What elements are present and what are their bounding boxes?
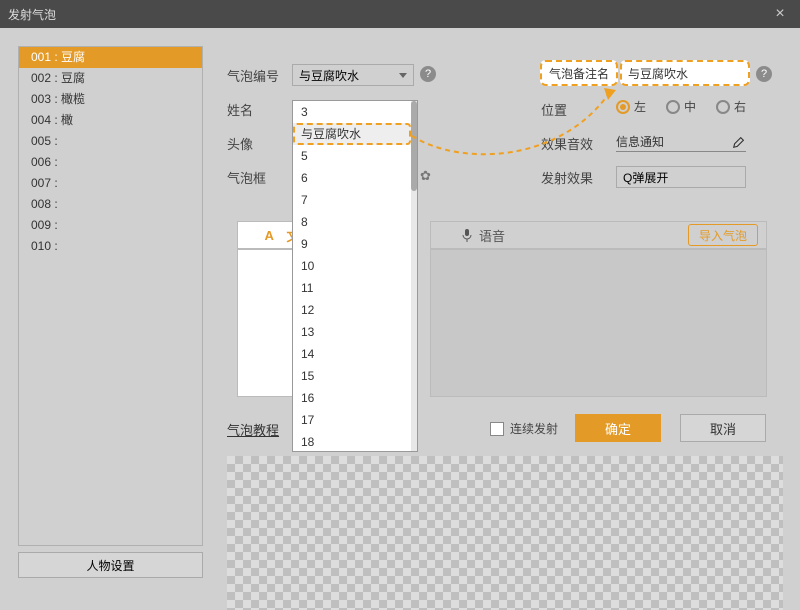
dropdown-item[interactable]: 14 [293,343,413,365]
list-item[interactable]: 009 : [19,215,202,236]
gear-icon[interactable]: ✿ [420,168,431,184]
dropdown-item[interactable]: 8 [293,211,413,233]
window-title: 发射气泡 [8,6,56,23]
label-bubble-id: 气泡编号 [227,66,279,85]
preview-area [227,456,783,610]
list-item[interactable]: 007 : [19,173,202,194]
dropdown-item[interactable]: 10 [293,255,413,277]
tutorial-link[interactable]: 气泡教程 [227,420,279,439]
character-settings-button[interactable]: 人物设置 [18,552,203,578]
label-position: 位置 [541,100,567,119]
dropdown-item[interactable]: 7 [293,189,413,211]
checkbox-icon [490,422,504,436]
list-item[interactable]: 001 : 豆腐 [19,47,202,68]
dropdown-item[interactable]: 3 [293,101,413,123]
bubble-list: 001 : 豆腐 002 : 豆腐 003 : 橄榄 004 : 橄 005 :… [18,46,203,546]
bubble-id-value: 与豆腐吹水 [299,67,359,84]
alias-input[interactable]: 与豆腐吹水 [628,65,688,82]
dropdown-item[interactable]: 15 [293,365,413,387]
dropdown-item[interactable]: 12 [293,299,413,321]
position-radio-center[interactable]: 中 [666,98,696,115]
dropdown-item[interactable]: 17 [293,409,413,431]
dropdown-item[interactable]: 13 [293,321,413,343]
label-emit-effect: 发射效果 [541,168,593,187]
alias-label-highlight: 气泡备注名 [540,60,618,86]
list-item[interactable]: 010 : [19,236,202,257]
connector-arrow [400,86,620,176]
label-bubble-frame: 气泡框 [227,168,266,187]
position-radio-right[interactable]: 右 [716,98,746,115]
dropdown-item[interactable]: 5 [293,145,413,167]
dropdown-item[interactable]: 6 [293,167,413,189]
label-avatar: 头像 [227,134,253,153]
label-sound: 效果音效 [541,134,593,153]
label-alias: 气泡备注名 [549,65,609,82]
list-item[interactable]: 006 : [19,152,202,173]
title-bar: 发射气泡 × [0,0,800,28]
list-item[interactable]: 004 : 橄 [19,110,202,131]
emit-effect-combo[interactable]: Q弹展开 [616,166,746,188]
scrollbar[interactable] [411,101,417,451]
voice-area [430,249,767,397]
sound-field[interactable]: 信息通知 [616,132,746,152]
tab-voice[interactable]: 语音 导入气泡 [430,221,767,249]
label-name: 姓名 [227,100,253,119]
alias-input-highlight: 与豆腐吹水 [620,60,750,86]
bubble-id-combo[interactable]: 与豆腐吹水 [292,64,414,86]
list-item[interactable]: 008 : [19,194,202,215]
cancel-button[interactable]: 取消 [680,414,766,442]
ok-button[interactable]: 确定 [575,414,661,442]
list-item[interactable]: 005 : [19,131,202,152]
mic-icon [461,228,473,242]
help-icon[interactable]: ? [420,66,436,82]
dropdown-item[interactable]: 9 [293,233,413,255]
position-radio-left[interactable]: 左 [616,98,646,115]
dropdown-item[interactable]: 18 [293,431,413,451]
help-icon[interactable]: ? [756,66,772,82]
import-bubble-button[interactable]: 导入气泡 [688,224,758,246]
chevron-down-icon [399,73,407,78]
dropdown-item[interactable]: 16 [293,387,413,409]
continuous-emit-checkbox[interactable]: 连续发射 [490,420,558,437]
text-icon: A [264,228,282,243]
scrollbar-thumb[interactable] [411,101,417,191]
bubble-id-dropdown[interactable]: 3 与豆腐吹水 5 6 7 8 9 10 11 12 13 14 15 16 1… [292,100,418,452]
list-item[interactable]: 002 : 豆腐 [19,68,202,89]
list-item[interactable]: 003 : 橄榄 [19,89,202,110]
dropdown-item[interactable]: 11 [293,277,413,299]
bubble-list-panel: 001 : 豆腐 002 : 豆腐 003 : 橄榄 004 : 橄 005 :… [18,46,203,586]
pencil-icon[interactable] [732,135,746,149]
close-icon[interactable]: × [768,5,792,23]
dropdown-item[interactable]: 与豆腐吹水 [293,123,413,145]
